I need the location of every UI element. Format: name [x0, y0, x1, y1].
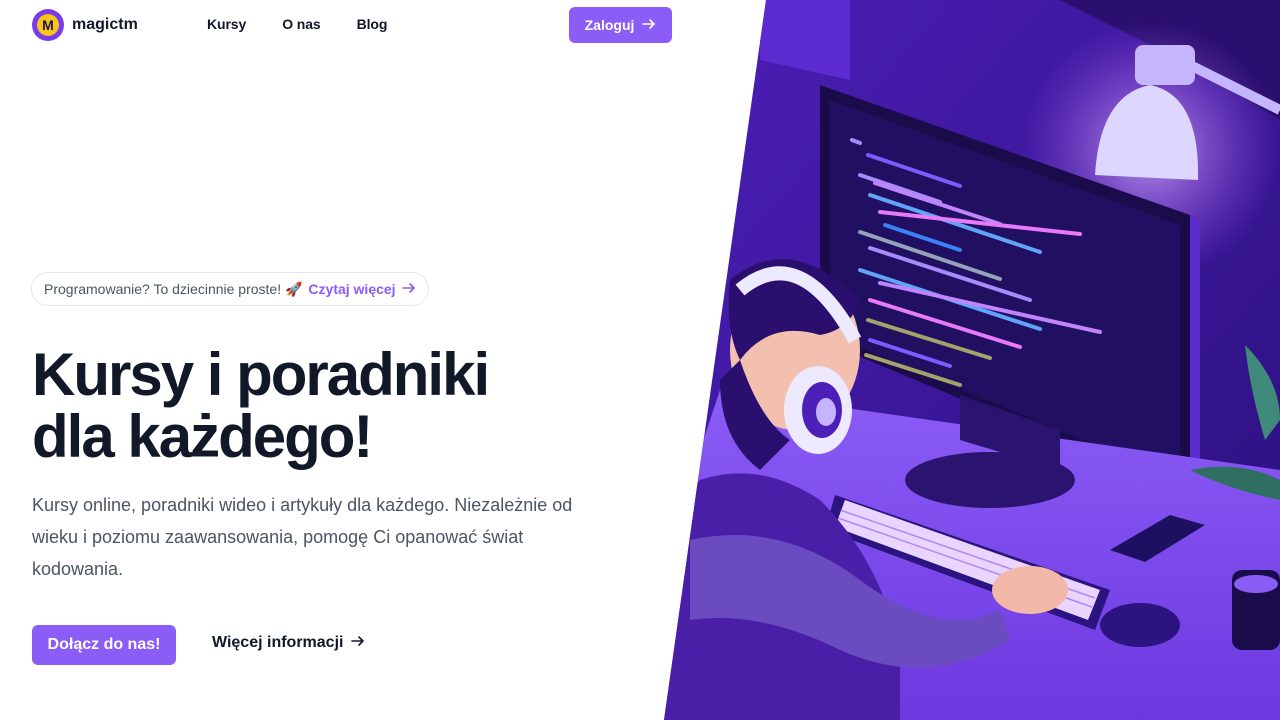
announcement-pill[interactable]: Programowanie? To dziecinnie proste! 🚀 C… [31, 272, 429, 306]
arrow-right-icon [642, 17, 656, 33]
read-more-link[interactable]: Czytaj więcej [308, 281, 415, 297]
more-info-link[interactable]: Więcej informacji [212, 634, 365, 652]
brand-logo[interactable]: M magictm [32, 9, 138, 41]
logo-icon: M [32, 9, 64, 41]
hero-description: Kursy online, poradniki wideo i artykuły… [32, 495, 573, 579]
arrow-right-icon [351, 634, 365, 652]
hero-title: Kursy i poradniki dla każdego! [32, 344, 592, 468]
brand-name: magictm [72, 16, 138, 33]
nav-item-o-nas[interactable]: O nas [282, 16, 321, 32]
login-label: Zaloguj [584, 17, 635, 33]
hero-title-line-1: Kursy i poradniki [32, 341, 490, 408]
login-button[interactable]: Zaloguj [569, 7, 672, 43]
nav-item-blog[interactable]: Blog [357, 16, 388, 32]
announcement-text: Programowanie? To dziecinnie proste! 🚀 [44, 280, 303, 297]
arrow-right-icon [401, 281, 416, 297]
nav-item-kursy[interactable]: Kursy [207, 16, 246, 32]
more-info-label: Więcej informacji [212, 634, 344, 651]
join-button[interactable]: Dołącz do nas! [32, 625, 176, 665]
hero-title-line-2: dla każdego! [32, 403, 373, 470]
read-more-label: Czytaj więcej [308, 281, 396, 297]
main-nav: Kursy O nas Blog [207, 16, 387, 32]
